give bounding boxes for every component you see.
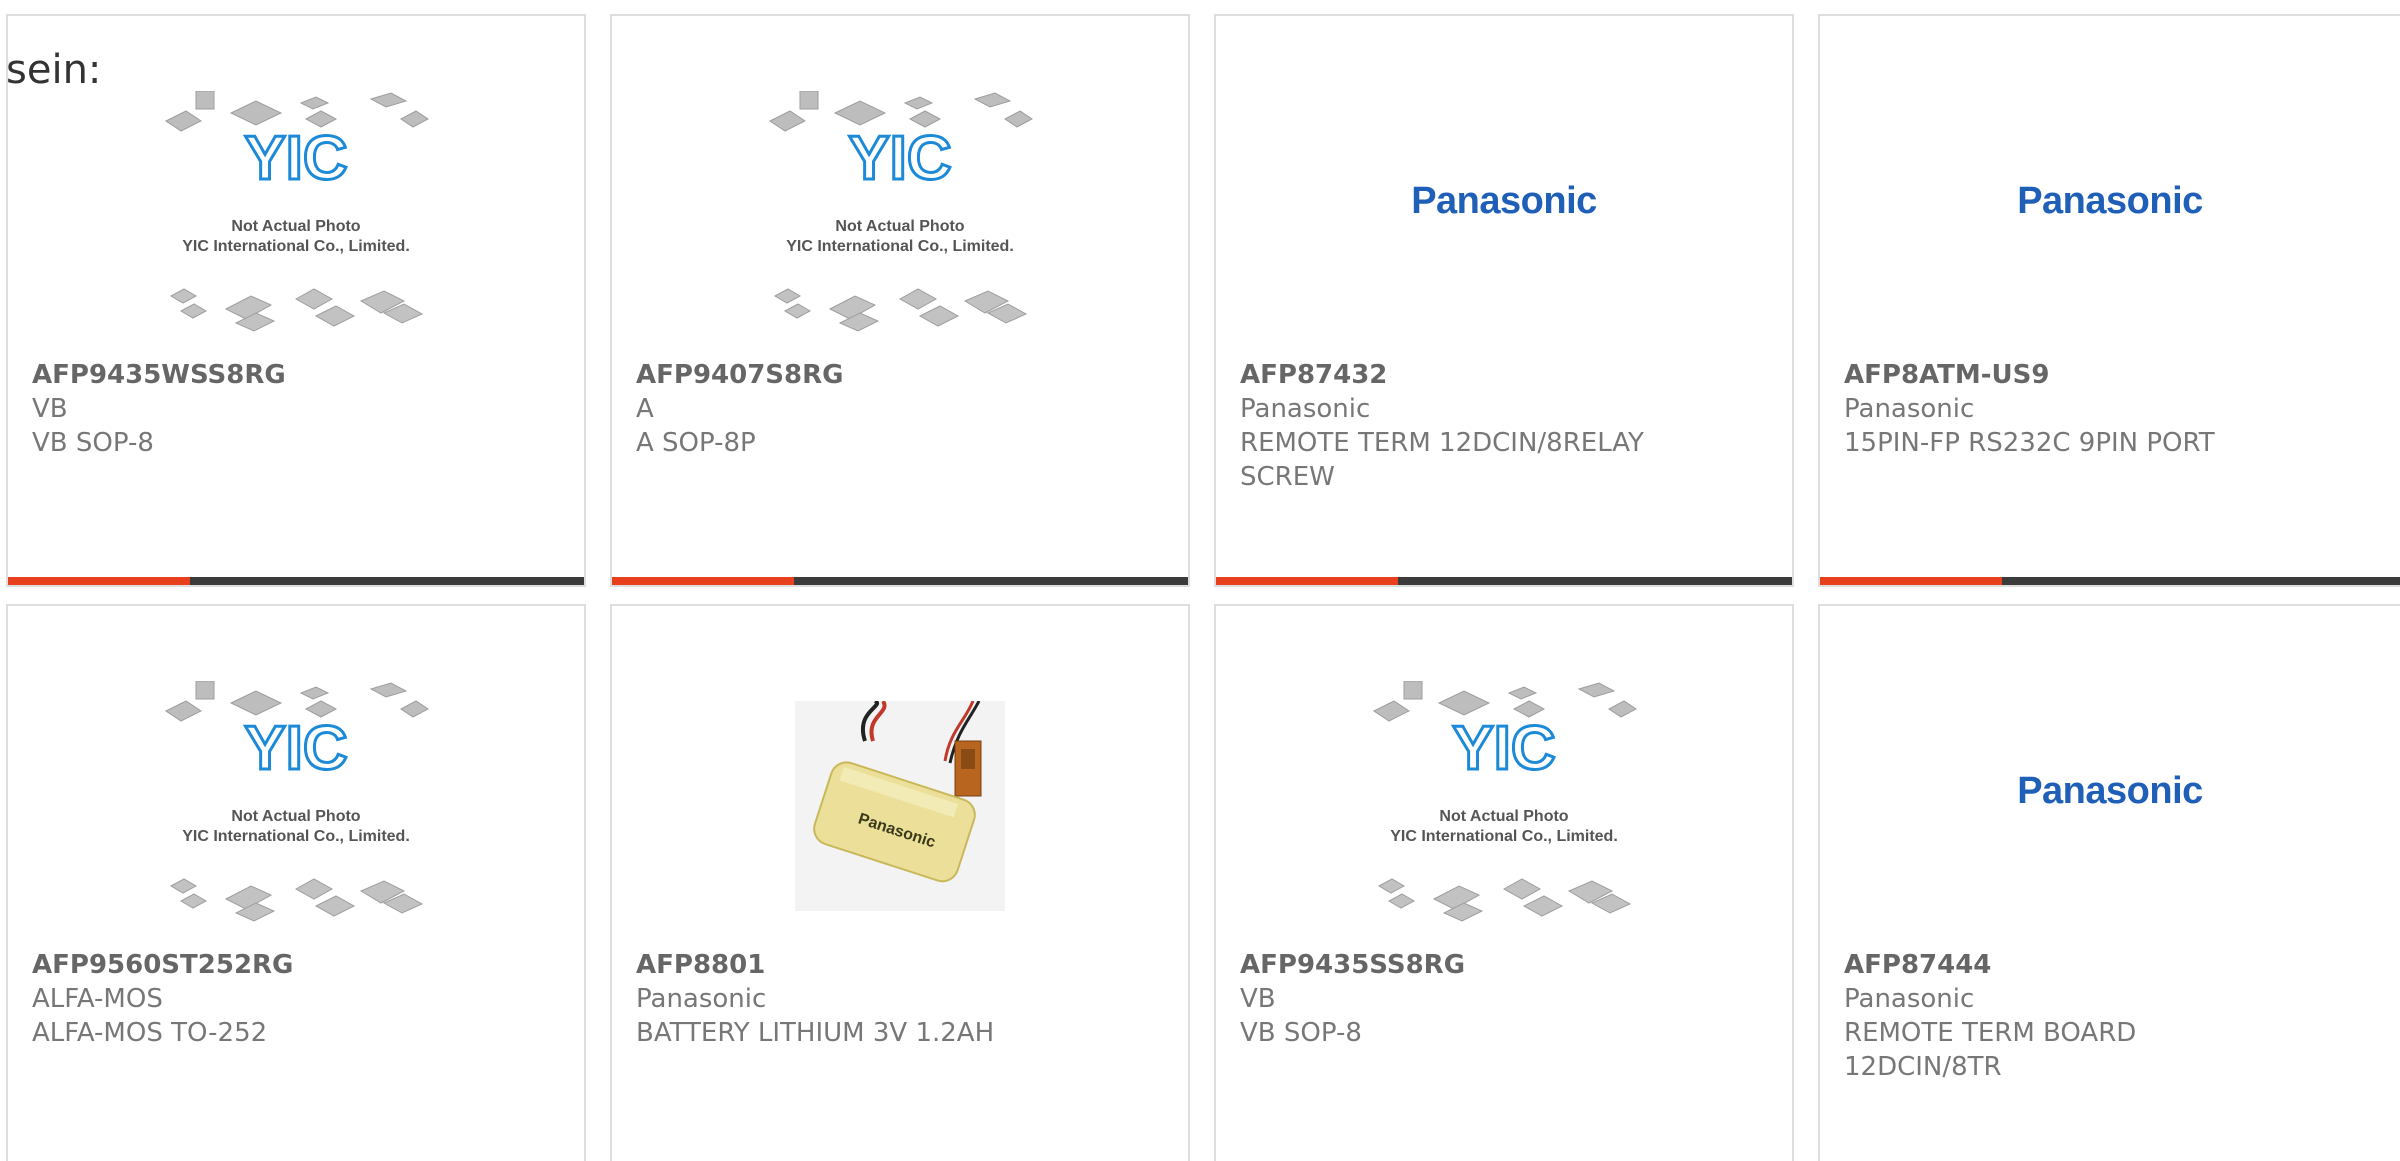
description: VB SOP-8 [1240, 1018, 1362, 1048]
description: REMOTE TERM BOARD 12DCIN/8TR [1844, 1018, 2137, 1082]
description: BATTERY LITHIUM 3V 1.2AH [636, 1018, 995, 1048]
card-bottom-bar [1216, 577, 1792, 585]
manufacturer: VB [32, 394, 68, 424]
product-card[interactable]: YIC Not Actual Photo YIC International C… [1214, 604, 1794, 1161]
panasonic-logo: Panasonic [2017, 179, 2203, 222]
part-number[interactable]: AFP9435SS8RG [1240, 948, 1768, 982]
panasonic-logo: Panasonic [2017, 769, 2203, 812]
part-number[interactable]: AFP9435WSS8RG [32, 358, 560, 392]
yic-placeholder-image: YIC Not Actual Photo YIC International C… [165, 91, 429, 332]
card-bottom-bar [1820, 577, 2400, 585]
part-number[interactable]: AFP9407S8RG [636, 358, 1164, 392]
svg-text:Not Actual Photo: Not Actual Photo [1439, 808, 1568, 825]
manufacturer: ALFA-MOS [32, 984, 163, 1014]
product-image[interactable]: Panasonic [612, 666, 1188, 946]
manufacturer: Panasonic [636, 984, 767, 1014]
part-number[interactable]: AFP8801 [636, 948, 1164, 982]
svg-text:YIC: YIC [244, 714, 347, 783]
product-card[interactable]: Panasonic AFP87444 Panasonic REMOTE TERM… [1818, 604, 2400, 1161]
intro-text: sein: [6, 47, 102, 93]
yic-placeholder-image: YIC Not Actual Photo YIC International C… [165, 681, 429, 922]
manufacturer: A [636, 394, 654, 424]
card-accent [1216, 577, 1398, 585]
description: ALFA-MOS TO-252 [32, 1018, 268, 1048]
svg-text:YIC: YIC [848, 124, 951, 193]
svg-text:YIC International Co., Limited: YIC International Co., Limited. [1390, 828, 1618, 845]
product-image[interactable]: Panasonic [1820, 686, 2400, 896]
svg-text:YIC International Co., Limited: YIC International Co., Limited. [182, 828, 410, 845]
svg-text:YIC International Co., Limited: YIC International Co., Limited. [182, 238, 410, 255]
part-number[interactable]: AFP8ATM-US9 [1844, 358, 2376, 392]
battery-photo: Panasonic [795, 701, 1005, 911]
description: VB SOP-8 [32, 428, 154, 458]
product-grid: YIC Not Actual Photo YIC International C… [0, 0, 2400, 1161]
product-image[interactable]: YIC Not Actual Photo YIC International C… [1216, 666, 1792, 946]
product-image[interactable]: YIC Not Actual Photo YIC International C… [8, 76, 584, 356]
product-image[interactable]: Panasonic [1216, 96, 1792, 306]
svg-text:YIC International Co., Limited: YIC International Co., Limited. [786, 238, 1014, 255]
yic-placeholder-image: YIC Not Actual Photo YIC International C… [1373, 681, 1637, 922]
card-accent [1820, 577, 2002, 585]
part-number[interactable]: AFP9560ST252RG [32, 948, 560, 982]
card-accent [612, 577, 794, 585]
manufacturer: VB [1240, 984, 1276, 1014]
product-card[interactable]: YIC Not Actual Photo YIC International C… [6, 14, 586, 587]
card-accent [8, 577, 190, 585]
manufacturer: Panasonic [1844, 984, 1975, 1014]
panasonic-logo: Panasonic [1411, 179, 1597, 222]
part-number[interactable]: AFP87444 [1844, 948, 2376, 982]
svg-text:Not Actual Photo: Not Actual Photo [231, 218, 360, 235]
description: REMOTE TERM 12DCIN/8RELAY SCREW [1240, 428, 1644, 492]
product-image[interactable]: YIC Not Actual Photo YIC International C… [8, 666, 584, 946]
product-card[interactable]: Panasonic AFP87432 Panasonic REMOTE TERM… [1214, 14, 1794, 587]
product-card[interactable]: Panasonic AFP8ATM-US9 Panasonic 15PIN-FP… [1818, 14, 2400, 587]
part-number[interactable]: AFP87432 [1240, 358, 1768, 392]
description: A SOP-8P [636, 428, 756, 458]
description: 15PIN-FP RS232C 9PIN PORT [1844, 428, 2215, 458]
card-bottom-bar [8, 577, 584, 585]
card-bottom-bar [612, 577, 1188, 585]
product-card[interactable]: YIC Not Actual Photo YIC International C… [610, 14, 1190, 587]
product-image[interactable]: Panasonic [1820, 96, 2400, 306]
yic-placeholder-image: YIC Not Actual Photo YIC International C… [769, 91, 1033, 332]
svg-text:Not Actual Photo: Not Actual Photo [231, 808, 360, 825]
product-image[interactable]: YIC Not Actual Photo YIC International C… [612, 76, 1188, 356]
product-card[interactable]: Panasonic AFP8801 Panasonic BATTERY LITH… [610, 604, 1190, 1161]
svg-text:YIC: YIC [244, 124, 347, 193]
product-card[interactable]: YIC Not Actual Photo YIC International C… [6, 604, 586, 1161]
svg-text:Not Actual Photo: Not Actual Photo [835, 218, 964, 235]
svg-text:YIC: YIC [1452, 714, 1555, 783]
manufacturer: Panasonic [1844, 394, 1975, 424]
manufacturer: Panasonic [1240, 394, 1371, 424]
